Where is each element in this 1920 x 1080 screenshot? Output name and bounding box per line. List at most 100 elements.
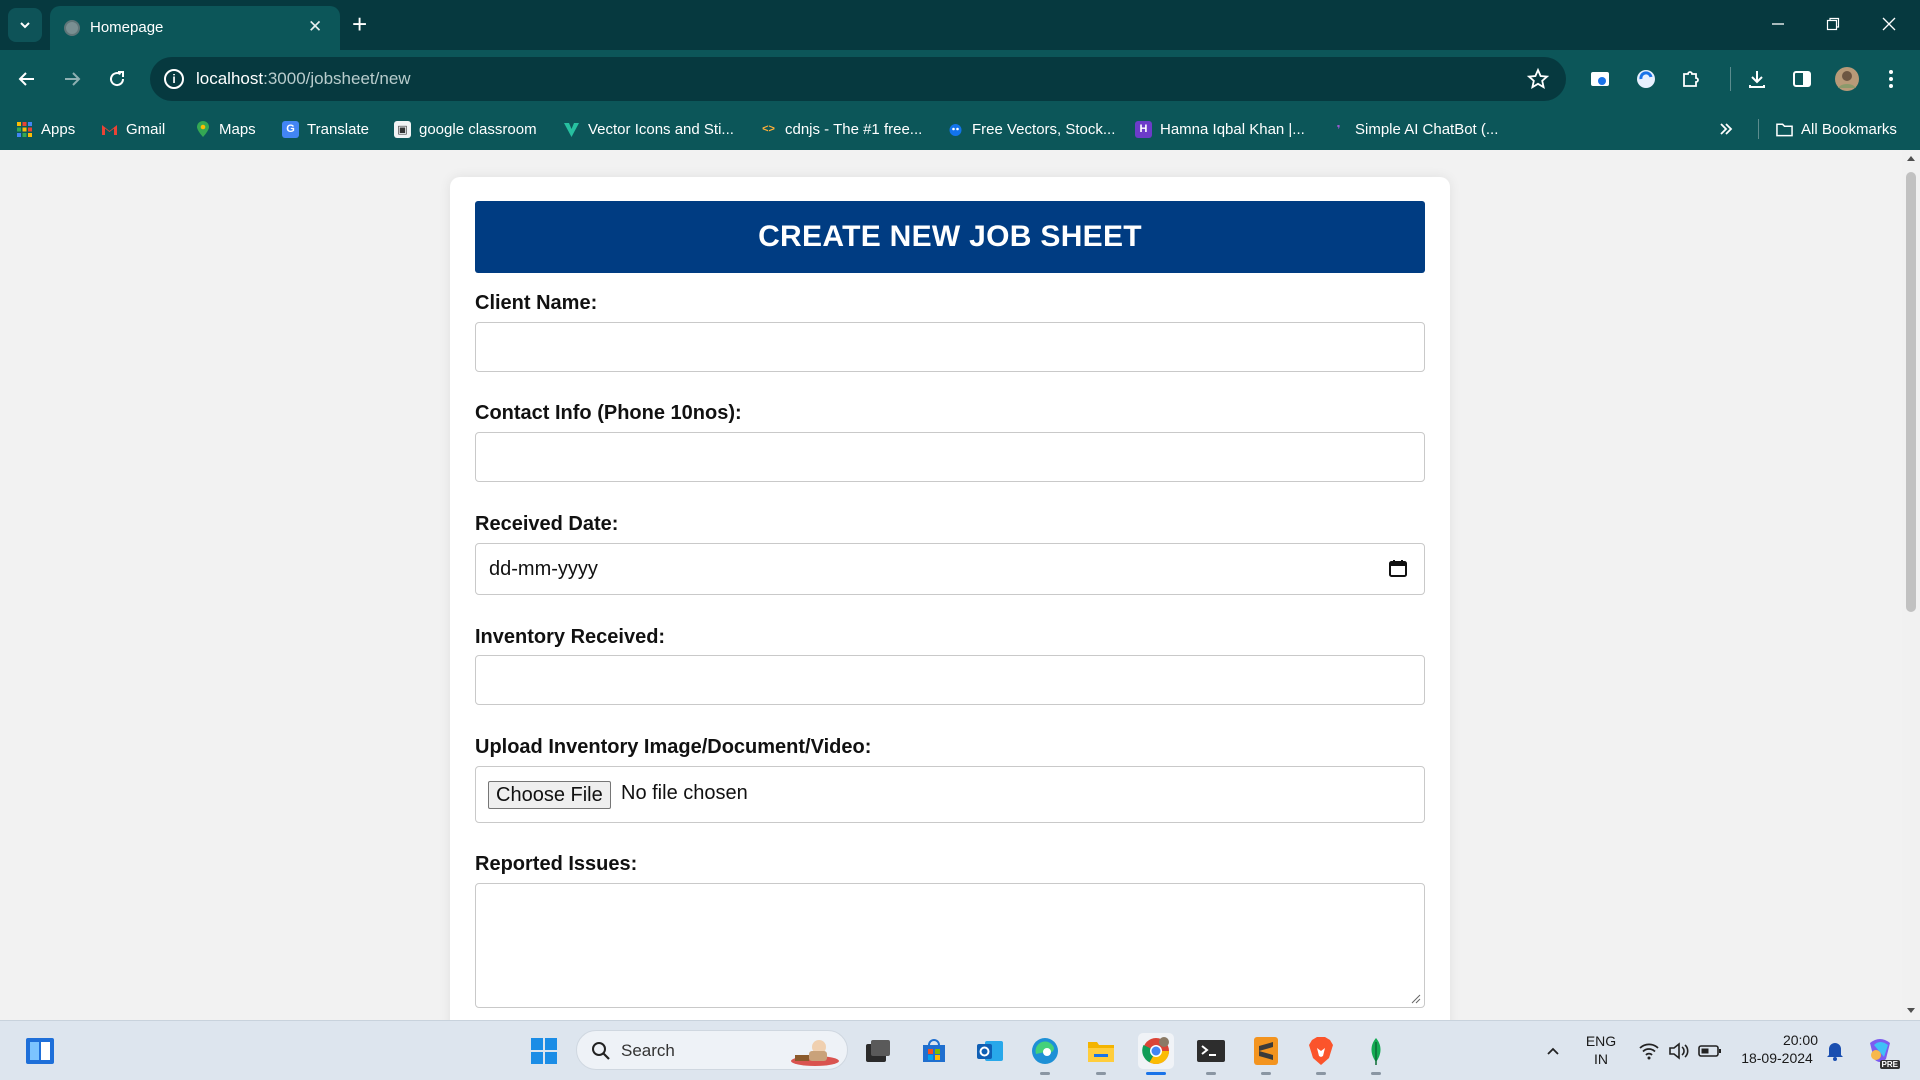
restore-button[interactable] [1813,10,1853,38]
quick-settings-button[interactable] [1630,1033,1730,1069]
browser-tab[interactable]: Homepage ✕ [50,6,340,50]
contact-info-input[interactable] [475,432,1425,482]
restore-icon [1826,17,1840,31]
file-explorer-button[interactable] [1083,1033,1119,1075]
reported-issues-textarea[interactable] [475,883,1425,1008]
new-tab-button[interactable]: + [352,10,367,38]
close-window-button[interactable] [1869,10,1909,38]
page-scrollbar[interactable] [1902,150,1920,1020]
folder-icon [1776,121,1793,138]
bookmark-translate[interactable]: G Translate [282,119,369,139]
chrome-button[interactable] [1138,1033,1174,1075]
inventory-received-input[interactable] [475,655,1425,705]
active-indicator [1146,1072,1166,1075]
show-hidden-icons-button[interactable] [1535,1033,1571,1069]
bookmark-cdnjs[interactable]: <> cdnjs - The #1 free... [760,119,922,139]
sublime-text-button[interactable] [1248,1033,1284,1075]
upload-inventory-label: Upload Inventory Image/Document/Video: [475,736,872,758]
running-indicator [1371,1072,1381,1075]
bookmark-maps[interactable]: Maps [194,119,256,139]
start-button[interactable] [526,1033,562,1069]
tab-search-button[interactable] [8,8,42,42]
chevron-up-icon [1547,1047,1559,1055]
more-bookmarks-button[interactable] [1718,119,1734,139]
client-name-input[interactable] [475,322,1425,372]
copilot-button[interactable]: PRE [1860,1033,1900,1069]
arrow-right-icon [65,72,81,86]
maps-icon [194,120,211,138]
brave-button[interactable] [1303,1033,1339,1075]
translate-icon: G [282,120,299,138]
terminal-button[interactable] [1193,1033,1229,1075]
outlook-button[interactable] [972,1033,1008,1069]
bookmark-freepik[interactable]: Free Vectors, Stock... [947,119,1115,139]
scroll-down-arrow-icon[interactable] [1907,1008,1915,1013]
download-icon[interactable] [1744,66,1770,92]
bookmark-label: Apps [41,120,76,138]
taskbar-search[interactable]: Search [576,1030,848,1070]
language-indicator[interactable]: ENG IN [1581,1032,1621,1068]
bookmark-vector-icons[interactable]: Vector Icons and Sti... [563,119,734,139]
close-tab-icon[interactable]: ✕ [308,18,322,36]
edge-button[interactable] [1027,1033,1063,1075]
scroll-up-arrow-icon[interactable] [1907,156,1915,161]
brave-icon [1309,1037,1333,1065]
extensions-puzzle-icon[interactable] [1678,66,1704,92]
scrollbar-thumb[interactable] [1906,172,1916,612]
side-panel-icon[interactable] [1789,66,1815,92]
minimize-button[interactable] [1758,10,1798,38]
received-date-label: Received Date: [475,513,619,535]
bookmark-gmail[interactable]: Gmail [101,119,165,139]
extension-sync-icon[interactable] [1633,66,1659,92]
contact-info-label: Contact Info (Phone 10nos): [475,402,742,424]
screen-capture-icon[interactable] [1587,66,1613,92]
forward-button[interactable] [57,64,87,94]
site-info-icon[interactable]: i [164,69,184,89]
received-date-input[interactable]: dd-mm-yyyy [475,543,1425,595]
bookmark-label: Maps [219,120,256,138]
calendar-icon[interactable] [1388,558,1408,578]
folder-icon [1088,1042,1114,1062]
page-title: CREATE NEW JOB SHEET [758,220,1142,253]
clock-date: 18-09-2024 [1741,1050,1813,1066]
bookmark-star-icon[interactable] [1526,67,1550,91]
notifications-button[interactable] [1818,1033,1852,1069]
bookmark-chatbot[interactable]: ❜ Simple AI ChatBot (... [1330,119,1499,139]
code-icon: <> [762,123,775,135]
file-upload-field[interactable]: Choose File No file chosen [475,766,1425,823]
chrome-icon [1142,1037,1170,1065]
task-view-icon [866,1040,890,1062]
profile-avatar-icon[interactable] [1834,66,1860,92]
date-placeholder: dd-mm-yyyy [489,558,598,580]
widgets-icon [26,1038,54,1064]
classroom-icon: ▣ [394,120,411,138]
bell-icon [1827,1043,1843,1061]
hashnode-icon: H [1135,120,1152,138]
running-indicator [1316,1072,1326,1075]
resize-grip-icon[interactable] [1411,994,1421,1004]
choose-file-button[interactable]: Choose File [488,781,611,809]
back-button[interactable] [12,64,42,94]
clock[interactable]: 20:00 18-09-2024 [1736,1031,1818,1067]
url-text[interactable]: localhost:3000/jobsheet/new [196,69,411,89]
mongodb-compass-button[interactable] [1358,1033,1394,1075]
terminal-icon [1197,1040,1225,1062]
search-highlight-illustration-icon [791,1040,839,1066]
bookmark-apps[interactable]: Apps [16,119,75,139]
widgets-button[interactable] [22,1033,58,1069]
inventory-received-label: Inventory Received: [475,626,666,648]
all-bookmarks-button[interactable]: All Bookmarks [1776,119,1897,139]
bookmark-hashnode[interactable]: H Hamna Iqbal Khan |... [1135,119,1305,139]
browser-tab-strip: Homepage ✕ + [0,0,1920,50]
reload-button[interactable] [102,64,132,94]
bookmarks-bar: Apps Gmail Maps G Translate ▣ google cla… [0,108,1920,150]
edge-icon [1032,1038,1058,1064]
address-bar[interactable]: i localhost:3000/jobsheet/new [150,57,1566,101]
menu-kebab-icon[interactable] [1878,66,1904,92]
task-view-button[interactable] [860,1033,896,1069]
apps-grid-icon [16,121,33,138]
toolbar-divider [1730,67,1731,91]
bookmark-classroom[interactable]: ▣ google classroom [394,119,537,139]
microsoft-store-button[interactable] [916,1033,952,1069]
reload-icon [110,71,125,87]
